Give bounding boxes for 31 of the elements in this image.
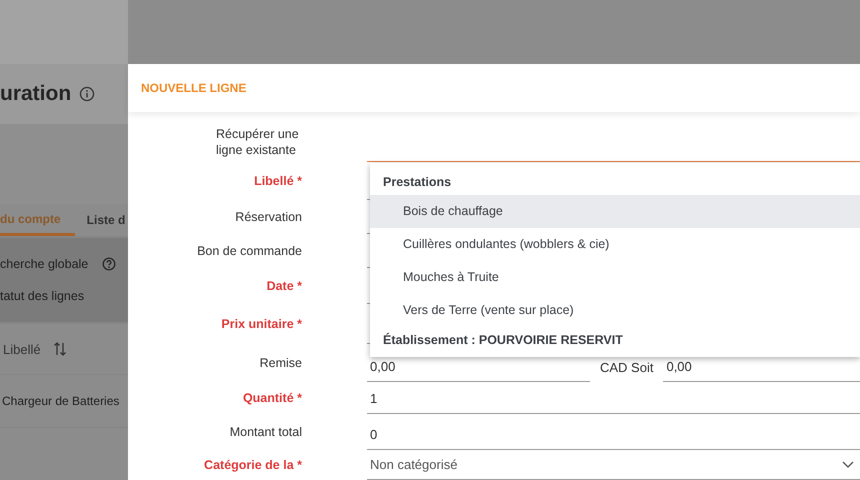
info-icon <box>79 86 96 102</box>
menu-item[interactable]: Cuillères ondulantes (wobblers & cie) <box>370 228 860 261</box>
menu-item[interactable]: Mouches à Truite <box>370 261 860 294</box>
group-header: Établissement : POURVOIRIE RESERVIT <box>382 332 624 349</box>
page-title: uration <box>0 82 72 106</box>
menu-item[interactable]: Bois de chauffage <box>370 195 860 228</box>
field-label: Récupérer une ligne existante <box>215 126 300 158</box>
group-header: Prestations <box>382 174 452 191</box>
field-label: Prix unitaire * <box>220 316 302 332</box>
column-header[interactable]: Libellé <box>3 342 41 356</box>
field-label: Montant total <box>228 424 302 440</box>
input-field[interactable]: 0 <box>367 420 860 450</box>
sort-icon[interactable] <box>52 341 67 357</box>
table-cell: Chargeur de Batteries <box>2 394 120 408</box>
field-label: Date * <box>266 278 302 294</box>
tab[interactable]: Liste d <box>86 204 126 236</box>
menu-item[interactable]: Vers de Terre (vente sur place) <box>370 294 860 327</box>
field-label: Quantité * <box>242 390 302 406</box>
input-field[interactable]: 1 <box>367 384 860 414</box>
chevron-icon <box>842 460 854 468</box>
help-icon <box>102 257 116 271</box>
select-field[interactable]: Non catégorisé <box>367 450 860 480</box>
filter-label: cherche globale <box>0 257 88 271</box>
field-label: Catégorie de la * <box>203 457 302 473</box>
field-label: Remise <box>258 355 302 371</box>
field-label: Bon de commande <box>196 243 302 259</box>
currency-label: CAD Soit <box>599 358 654 376</box>
dialog-title: NOUVELLE LIGNE <box>141 81 246 95</box>
field-label: Libellé * <box>253 173 302 189</box>
filter-label: tatut des lignes <box>0 289 84 303</box>
field-label: Réservation <box>234 209 302 225</box>
